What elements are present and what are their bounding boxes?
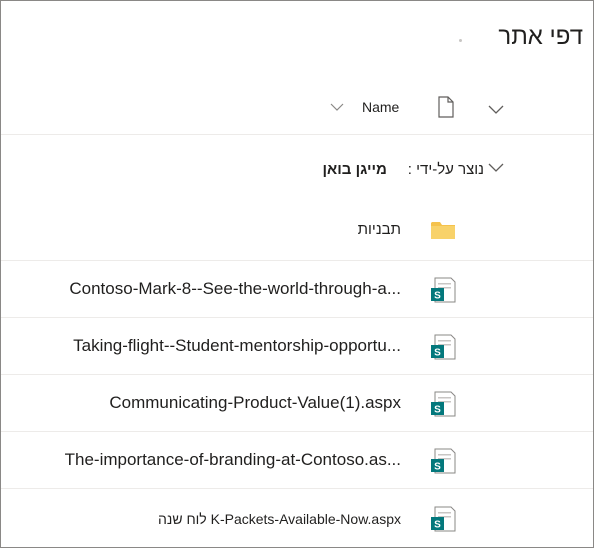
svg-text:S: S: [434, 462, 441, 473]
group-label: נוצר על-ידי: [416, 161, 484, 178]
list-item-file[interactable]: S Communicating-Product-Value(1).aspx: [1, 374, 593, 432]
list-item-file[interactable]: S לוח שנה K-Packets-Available-Now.aspx: [1, 488, 593, 546]
sharepoint-page-icon: S: [431, 506, 456, 532]
sharepoint-page-icon: S: [431, 334, 456, 360]
select-all-chevron-icon[interactable]: [487, 103, 505, 115]
svg-text:S: S: [434, 520, 441, 531]
list-item-file[interactable]: S Contoso-Mark-8--See-the-world-through-…: [1, 260, 593, 318]
group-collapse-chevron-icon[interactable]: [487, 161, 505, 173]
sharepoint-page-icon: S: [431, 277, 456, 303]
file-name[interactable]: לוח שנה K-Packets-Available-Now.aspx: [158, 511, 401, 527]
decorative-dot: [459, 39, 462, 42]
sort-chevron-icon[interactable]: [330, 102, 344, 112]
svg-text:S: S: [434, 405, 441, 416]
name-column-header[interactable]: Name: [362, 99, 399, 115]
svg-text:S: S: [434, 291, 441, 302]
folder-name[interactable]: תבניות: [358, 221, 401, 238]
list-item-file[interactable]: S The-importance-of-branding-at-Contoso.…: [1, 431, 593, 489]
file-name[interactable]: The-importance-of-branding-at-Contoso.as…: [65, 450, 401, 470]
file-name[interactable]: Taking-flight--Student-mentorship-opport…: [73, 336, 401, 356]
page-title: דפי אתר: [498, 23, 583, 50]
group-separator: :: [403, 161, 417, 178]
list-item-folder[interactable]: [1, 199, 593, 256]
file-name[interactable]: Communicating-Product-Value(1).aspx: [109, 393, 401, 413]
site-pages-panel: דפי אתר Name נוצר על-ידי : מייגן בואן תב…: [0, 0, 594, 548]
list-item-file[interactable]: S Taking-flight--Student-mentorship-oppo…: [1, 317, 593, 375]
file-type-header-icon[interactable]: [437, 96, 455, 118]
folder-icon: [431, 222, 455, 239]
sharepoint-page-icon: S: [431, 391, 456, 417]
sharepoint-page-icon: S: [431, 448, 456, 474]
svg-text:S: S: [434, 348, 441, 359]
group-value: מייגן בואן: [322, 161, 387, 178]
group-header[interactable]: נוצר על-ידי : מייגן בואן: [323, 161, 484, 178]
file-name[interactable]: Contoso-Mark-8--See-the-world-through-a.…: [69, 279, 401, 299]
